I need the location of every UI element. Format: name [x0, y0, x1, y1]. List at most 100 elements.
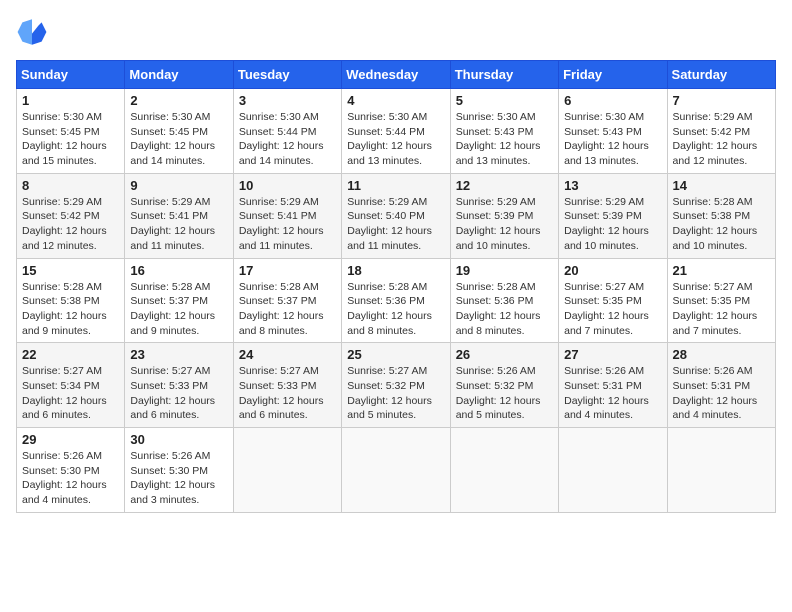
empty-day-cell: [342, 428, 450, 513]
day-info: Sunrise: 5:28 AM Sunset: 5:37 PM Dayligh…: [130, 280, 227, 339]
day-info: Sunrise: 5:27 AM Sunset: 5:32 PM Dayligh…: [347, 364, 444, 423]
empty-day-cell: [559, 428, 667, 513]
day-number: 7: [673, 93, 770, 108]
day-cell: 4 Sunrise: 5:30 AM Sunset: 5:44 PM Daylig…: [342, 89, 450, 174]
day-cell: 22 Sunrise: 5:27 AM Sunset: 5:34 PM Dayli…: [17, 343, 125, 428]
day-info: Sunrise: 5:30 AM Sunset: 5:43 PM Dayligh…: [456, 110, 553, 169]
day-number: 19: [456, 263, 553, 278]
day-of-week-header: Saturday: [667, 61, 775, 89]
day-cell: 3 Sunrise: 5:30 AM Sunset: 5:44 PM Daylig…: [233, 89, 341, 174]
day-number: 18: [347, 263, 444, 278]
day-number: 20: [564, 263, 661, 278]
day-cell: 21 Sunrise: 5:27 AM Sunset: 5:35 PM Dayli…: [667, 258, 775, 343]
day-cell: 25 Sunrise: 5:27 AM Sunset: 5:32 PM Dayli…: [342, 343, 450, 428]
day-cell: 23 Sunrise: 5:27 AM Sunset: 5:33 PM Dayli…: [125, 343, 233, 428]
day-cell: 19 Sunrise: 5:28 AM Sunset: 5:36 PM Dayli…: [450, 258, 558, 343]
day-cell: 10 Sunrise: 5:29 AM Sunset: 5:41 PM Dayli…: [233, 173, 341, 258]
day-info: Sunrise: 5:26 AM Sunset: 5:32 PM Dayligh…: [456, 364, 553, 423]
day-of-week-header: Monday: [125, 61, 233, 89]
day-info: Sunrise: 5:30 AM Sunset: 5:45 PM Dayligh…: [22, 110, 119, 169]
day-cell: 16 Sunrise: 5:28 AM Sunset: 5:37 PM Dayli…: [125, 258, 233, 343]
day-number: 4: [347, 93, 444, 108]
day-cell: 28Sunrise: 5:26 AM Sunset: 5:31 PM Dayli…: [667, 343, 775, 428]
logo-icon: [16, 16, 48, 48]
day-number: 22: [22, 347, 119, 362]
day-number: 26: [456, 347, 553, 362]
day-info: Sunrise: 5:30 AM Sunset: 5:45 PM Dayligh…: [130, 110, 227, 169]
day-number: 28: [673, 347, 770, 362]
day-cell: 1 Sunrise: 5:30 AM Sunset: 5:45 PM Daylig…: [17, 89, 125, 174]
calendar-week-row: 8 Sunrise: 5:29 AM Sunset: 5:42 PM Daylig…: [17, 173, 776, 258]
day-number: 16: [130, 263, 227, 278]
day-info: Sunrise: 5:27 AM Sunset: 5:33 PM Dayligh…: [130, 364, 227, 423]
day-info: Sunrise: 5:29 AM Sunset: 5:42 PM Dayligh…: [22, 195, 119, 254]
day-info: Sunrise: 5:30 AM Sunset: 5:43 PM Dayligh…: [564, 110, 661, 169]
calendar-week-row: 29 Sunrise: 5:26 AM Sunset: 5:30 PM Dayli…: [17, 428, 776, 513]
day-info: Sunrise: 5:28 AM Sunset: 5:37 PM Dayligh…: [239, 280, 336, 339]
day-info: Sunrise: 5:28 AM Sunset: 5:36 PM Dayligh…: [456, 280, 553, 339]
day-number: 23: [130, 347, 227, 362]
day-number: 1: [22, 93, 119, 108]
day-info: Sunrise: 5:28 AM Sunset: 5:36 PM Dayligh…: [347, 280, 444, 339]
day-cell: 12Sunrise: 5:29 AM Sunset: 5:39 PM Dayli…: [450, 173, 558, 258]
day-number: 15: [22, 263, 119, 278]
empty-day-cell: [667, 428, 775, 513]
day-cell: 2 Sunrise: 5:30 AM Sunset: 5:45 PM Daylig…: [125, 89, 233, 174]
calendar-week-row: 1 Sunrise: 5:30 AM Sunset: 5:45 PM Daylig…: [17, 89, 776, 174]
day-number: 17: [239, 263, 336, 278]
day-of-week-header: Thursday: [450, 61, 558, 89]
day-number: 3: [239, 93, 336, 108]
day-cell: 6 Sunrise: 5:30 AM Sunset: 5:43 PM Daylig…: [559, 89, 667, 174]
calendar-table: SundayMondayTuesdayWednesdayThursdayFrid…: [16, 60, 776, 513]
calendar-week-row: 22 Sunrise: 5:27 AM Sunset: 5:34 PM Dayli…: [17, 343, 776, 428]
day-info: Sunrise: 5:26 AM Sunset: 5:31 PM Dayligh…: [564, 364, 661, 423]
day-info: Sunrise: 5:29 AM Sunset: 5:42 PM Dayligh…: [673, 110, 770, 169]
day-cell: 20 Sunrise: 5:27 AM Sunset: 5:35 PM Dayli…: [559, 258, 667, 343]
day-cell: 26 Sunrise: 5:26 AM Sunset: 5:32 PM Dayli…: [450, 343, 558, 428]
day-of-week-header: Sunday: [17, 61, 125, 89]
day-info: Sunrise: 5:28 AM Sunset: 5:38 PM Dayligh…: [673, 195, 770, 254]
day-number: 5: [456, 93, 553, 108]
day-number: 10: [239, 178, 336, 193]
day-of-week-header: Wednesday: [342, 61, 450, 89]
empty-day-cell: [233, 428, 341, 513]
day-number: 27: [564, 347, 661, 362]
day-info: Sunrise: 5:29 AM Sunset: 5:41 PM Dayligh…: [130, 195, 227, 254]
day-info: Sunrise: 5:27 AM Sunset: 5:33 PM Dayligh…: [239, 364, 336, 423]
day-cell: 14 Sunrise: 5:28 AM Sunset: 5:38 PM Dayli…: [667, 173, 775, 258]
day-number: 13: [564, 178, 661, 193]
day-cell: 13 Sunrise: 5:29 AM Sunset: 5:39 PM Dayli…: [559, 173, 667, 258]
day-number: 21: [673, 263, 770, 278]
day-number: 2: [130, 93, 227, 108]
day-number: 9: [130, 178, 227, 193]
day-cell: 8 Sunrise: 5:29 AM Sunset: 5:42 PM Daylig…: [17, 173, 125, 258]
day-number: 6: [564, 93, 661, 108]
day-cell: 30Sunrise: 5:26 AM Sunset: 5:30 PM Dayli…: [125, 428, 233, 513]
day-number: 24: [239, 347, 336, 362]
day-cell: 27 Sunrise: 5:26 AM Sunset: 5:31 PM Dayli…: [559, 343, 667, 428]
day-cell: 5 Sunrise: 5:30 AM Sunset: 5:43 PM Daylig…: [450, 89, 558, 174]
day-number: 29: [22, 432, 119, 447]
day-info: Sunrise: 5:29 AM Sunset: 5:39 PM Dayligh…: [564, 195, 661, 254]
day-cell: 18 Sunrise: 5:28 AM Sunset: 5:36 PM Dayli…: [342, 258, 450, 343]
day-of-week-header: Friday: [559, 61, 667, 89]
calendar-header-row: SundayMondayTuesdayWednesdayThursdayFrid…: [17, 61, 776, 89]
calendar-week-row: 15 Sunrise: 5:28 AM Sunset: 5:38 PM Dayli…: [17, 258, 776, 343]
day-info: Sunrise: 5:29 AM Sunset: 5:41 PM Dayligh…: [239, 195, 336, 254]
day-info: Sunrise: 5:30 AM Sunset: 5:44 PM Dayligh…: [347, 110, 444, 169]
day-info: Sunrise: 5:28 AM Sunset: 5:38 PM Dayligh…: [22, 280, 119, 339]
day-cell: 24 Sunrise: 5:27 AM Sunset: 5:33 PM Dayli…: [233, 343, 341, 428]
day-number: 8: [22, 178, 119, 193]
day-info: Sunrise: 5:26 AM Sunset: 5:30 PM Dayligh…: [22, 449, 119, 508]
day-number: 14: [673, 178, 770, 193]
day-info: Sunrise: 5:30 AM Sunset: 5:44 PM Dayligh…: [239, 110, 336, 169]
day-cell: 29 Sunrise: 5:26 AM Sunset: 5:30 PM Dayli…: [17, 428, 125, 513]
day-number: 25: [347, 347, 444, 362]
day-cell: 7 Sunrise: 5:29 AM Sunset: 5:42 PM Daylig…: [667, 89, 775, 174]
day-info: Sunrise: 5:27 AM Sunset: 5:34 PM Dayligh…: [22, 364, 119, 423]
logo: [16, 16, 52, 48]
day-cell: 9 Sunrise: 5:29 AM Sunset: 5:41 PM Daylig…: [125, 173, 233, 258]
day-info: Sunrise: 5:26 AM Sunset: 5:30 PM Dayligh…: [130, 449, 227, 508]
day-info: Sunrise: 5:27 AM Sunset: 5:35 PM Dayligh…: [564, 280, 661, 339]
day-info: Sunrise: 5:27 AM Sunset: 5:35 PM Dayligh…: [673, 280, 770, 339]
